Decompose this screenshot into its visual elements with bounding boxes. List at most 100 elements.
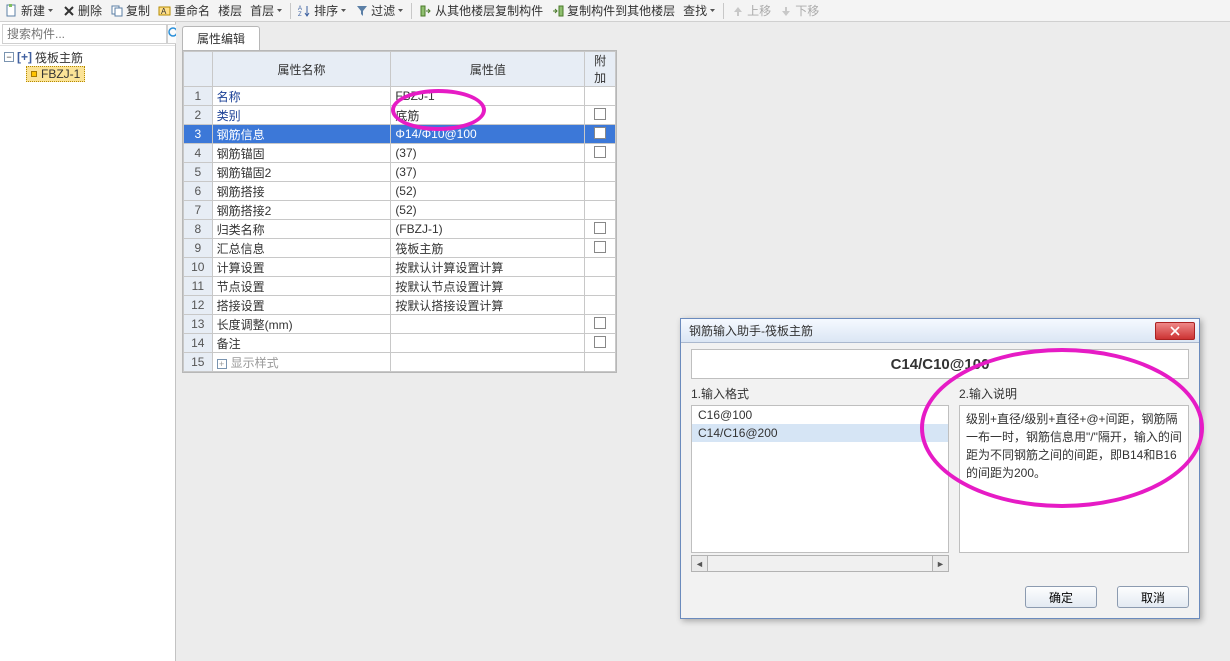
prop-attach[interactable] — [585, 334, 616, 353]
table-row[interactable]: 14备注 — [184, 334, 616, 353]
table-row[interactable]: 9汇总信息筏板主筋 — [184, 239, 616, 258]
search-input[interactable] — [2, 24, 167, 44]
prop-value[interactable]: 筏板主筋 — [391, 239, 585, 258]
table-row[interactable]: 5钢筋锚固2(37) — [184, 163, 616, 182]
rebar-helper-dialog: 钢筋输入助手-筏板主筋 C14/C10@100 1.输入格式 C16@100 C… — [680, 318, 1200, 619]
prop-attach[interactable] — [585, 220, 616, 239]
prop-attach[interactable] — [585, 258, 616, 277]
prop-value[interactable] — [391, 334, 585, 353]
prop-value[interactable]: Φ14/Φ10@100 — [391, 125, 585, 144]
tree-child[interactable]: FBZJ-1 — [26, 66, 171, 82]
table-row[interactable]: 10计算设置按默认计算设置计算 — [184, 258, 616, 277]
header-attach: 附加 — [585, 52, 616, 87]
prop-value[interactable]: (FBZJ-1) — [391, 220, 585, 239]
ok-button[interactable]: 确定 — [1025, 586, 1097, 608]
expand-icon[interactable]: + — [217, 359, 227, 369]
copy-to-other-button[interactable]: 复制构件到其他楼层 — [548, 1, 678, 21]
prop-value[interactable]: (37) — [391, 163, 585, 182]
checkbox[interactable] — [594, 222, 606, 234]
prop-attach[interactable] — [585, 201, 616, 220]
header-value: 属性值 — [391, 52, 585, 87]
table-row[interactable]: 7钢筋搭接2(52) — [184, 201, 616, 220]
prop-value[interactable] — [391, 315, 585, 334]
rownum: 15 — [184, 353, 213, 372]
table-row[interactable]: 6钢筋搭接(52) — [184, 182, 616, 201]
rename-button[interactable]: A 重命名 — [155, 1, 213, 21]
prop-value[interactable]: FBZJ-1 — [391, 87, 585, 106]
format-list[interactable]: C16@100 C14/C16@200 — [691, 405, 949, 553]
copy-to-icon — [551, 4, 565, 18]
prop-attach[interactable] — [585, 296, 616, 315]
table-row[interactable]: 3钢筋信息Φ14/Φ10@100 — [184, 125, 616, 144]
table-row[interactable]: 12搭接设置按默认搭接设置计算 — [184, 296, 616, 315]
prop-value[interactable]: 按默认节点设置计算 — [391, 277, 585, 296]
tree-root[interactable]: − [​+​] 筏板主筋 — [4, 48, 171, 66]
prop-name: 钢筋搭接 — [212, 182, 391, 201]
table-row[interactable]: 11节点设置按默认节点设置计算 — [184, 277, 616, 296]
dropdown-icon — [397, 7, 404, 14]
prop-attach[interactable] — [585, 353, 616, 372]
move-up-button[interactable]: 上移 — [728, 1, 774, 21]
scroll-right-icon[interactable]: ► — [932, 555, 949, 572]
home-layer-button[interactable]: 首层 — [247, 1, 286, 21]
section1-label: 1.输入格式 — [691, 385, 949, 402]
new-button[interactable]: 新建 — [2, 1, 57, 21]
prop-attach[interactable] — [585, 144, 616, 163]
prop-attach[interactable] — [585, 182, 616, 201]
prop-value[interactable]: (52) — [391, 201, 585, 220]
dialog-titlebar[interactable]: 钢筋输入助手-筏板主筋 — [681, 319, 1199, 343]
prop-value[interactable] — [391, 353, 585, 372]
scroll-left-icon[interactable]: ◄ — [691, 555, 708, 572]
prop-value[interactable]: 按默认搭接设置计算 — [391, 296, 585, 315]
delete-button[interactable]: 删除 — [59, 1, 105, 21]
prop-attach[interactable] — [585, 125, 616, 144]
move-down-button[interactable]: 下移 — [776, 1, 822, 21]
filter-icon — [355, 4, 369, 18]
layer-button[interactable]: 楼层 — [215, 1, 245, 21]
collapse-icon[interactable]: − — [4, 52, 14, 62]
checkbox[interactable] — [594, 127, 606, 139]
table-row[interactable]: 15+显示样式 — [184, 353, 616, 372]
table-row[interactable]: 2类别底筋 — [184, 106, 616, 125]
checkbox[interactable] — [594, 317, 606, 329]
find-button[interactable]: 查找 — [680, 1, 719, 21]
checkbox[interactable] — [594, 146, 606, 158]
prop-value[interactable]: 底筋 — [391, 106, 585, 125]
checkbox[interactable] — [594, 108, 606, 120]
copy-button[interactable]: 复制 — [107, 1, 153, 21]
close-button[interactable] — [1155, 322, 1195, 340]
close-icon — [1169, 326, 1181, 336]
filter-button[interactable]: 过滤 — [352, 1, 407, 21]
tab-property-edit[interactable]: 属性编辑 — [182, 26, 260, 50]
prop-attach[interactable] — [585, 163, 616, 182]
copy-from-other-button[interactable]: 从其他楼层复制构件 — [416, 1, 546, 21]
rownum: 13 — [184, 315, 213, 334]
prop-attach[interactable] — [585, 277, 616, 296]
copy-from-label: 从其他楼层复制构件 — [435, 2, 543, 19]
table-row[interactable]: 4钢筋锚固(37) — [184, 144, 616, 163]
svg-text:A: A — [161, 7, 167, 16]
list-item[interactable]: C14/C16@200 — [692, 424, 948, 442]
rownum: 14 — [184, 334, 213, 353]
find-label: 查找 — [683, 2, 707, 19]
scroll-track[interactable] — [708, 555, 932, 572]
item-icon — [31, 71, 37, 77]
prop-attach[interactable] — [585, 239, 616, 258]
h-scrollbar[interactable]: ◄ ► — [691, 555, 949, 572]
prop-value[interactable]: (52) — [391, 182, 585, 201]
prop-attach[interactable] — [585, 106, 616, 125]
list-item[interactable]: C16@100 — [692, 406, 948, 424]
checkbox[interactable] — [594, 336, 606, 348]
prop-value[interactable]: 按默认计算设置计算 — [391, 258, 585, 277]
prop-attach[interactable] — [585, 315, 616, 334]
new-icon — [5, 4, 19, 18]
tree-child-label: FBZJ-1 — [41, 67, 80, 81]
table-row[interactable]: 1名称FBZJ-1 — [184, 87, 616, 106]
prop-value[interactable]: (37) — [391, 144, 585, 163]
table-row[interactable]: 13长度调整(mm) — [184, 315, 616, 334]
cancel-button[interactable]: 取消 — [1117, 586, 1189, 608]
table-row[interactable]: 8归类名称(FBZJ-1) — [184, 220, 616, 239]
sort-button[interactable]: AZ 排序 — [295, 1, 350, 21]
checkbox[interactable] — [594, 241, 606, 253]
prop-attach[interactable] — [585, 87, 616, 106]
